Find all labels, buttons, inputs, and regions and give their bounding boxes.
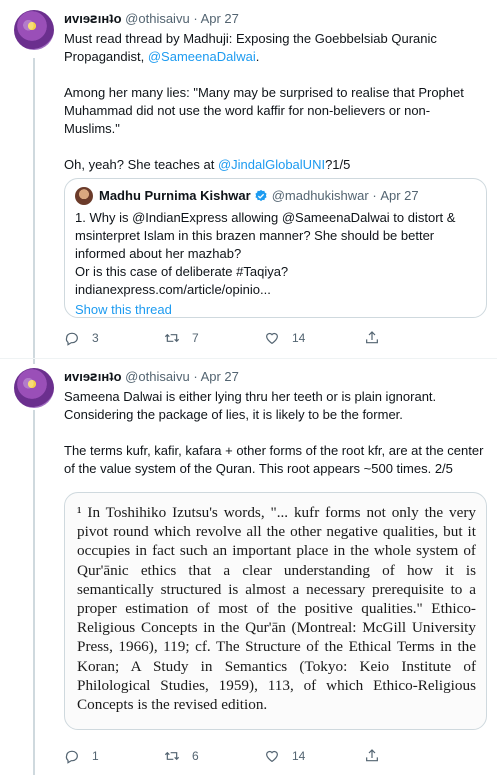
handle[interactable]: @othisaivu [125,369,190,384]
share-icon [366,749,378,762]
tweet-actions: 1 6 14 [64,748,464,764]
quote-handle: @madhukishwar [271,188,369,203]
retweet-count: 7 [192,331,199,345]
handle[interactable]: @othisaivu [125,11,190,26]
quote-timestamp: Apr 27 [380,188,419,203]
reply-count: 1 [92,749,99,763]
quote-text: 1. Why is @IndianExpress allowing @Samee… [75,210,456,297]
reply-count: 3 [92,331,99,345]
tweet-header: ᴎvıɘꙅıʜʇo @othisaivu · Apr 27 [64,11,239,26]
quote-header: Madhu Purnima Kishwar @madhukishwar · Ap… [75,187,476,205]
scanned-text-image: ¹ In Toshihiko Izutsu's words, "... kufr… [77,504,476,714]
like-icon [266,750,278,763]
like-icon [266,332,278,345]
tweet-2[interactable]: ᴎvıɘꙅıʜʇo @othisaivu · Apr 27 Sameena Da… [0,360,497,775]
verified-icon [255,189,267,202]
tweet-text: Sameena Dalwai is either lying thru her … [64,389,484,476]
like-count: 14 [292,749,306,763]
show-thread-link[interactable]: Show this thread [75,301,476,319]
tweet-image[interactable]: ¹ In Toshihiko Izutsu's words, "... kufr… [64,492,487,730]
quote-display-name: Madhu Purnima Kishwar [99,188,251,203]
retweet-icon [164,751,180,761]
tweet-divider [0,358,497,359]
retweet-icon [164,333,180,343]
quote-avatar [75,187,93,205]
avatar[interactable] [14,10,54,50]
mention-link[interactable]: @JindalGlobalUNI [218,157,325,172]
tweet-header: ᴎvıɘꙅıʜʇo @othisaivu · Apr 27 [64,369,239,384]
display-name[interactable]: ᴎvıɘꙅıʜʇo [64,11,122,26]
tweet-actions: 3 7 14 [64,330,464,346]
timestamp[interactable]: Apr 27 [201,11,239,26]
like-button[interactable]: 14 [264,330,364,346]
display-name[interactable]: ᴎvıɘꙅıʜʇo [64,369,122,384]
reply-button[interactable]: 3 [64,330,164,346]
reply-button[interactable]: 1 [64,748,164,764]
timestamp[interactable]: Apr 27 [201,369,239,384]
avatar[interactable] [14,368,54,408]
share-button[interactable] [364,330,464,346]
tweet-text: Must read thread by Madhuji: Exposing th… [64,31,464,172]
retweet-count: 6 [192,749,199,763]
retweet-button[interactable]: 6 [164,748,264,764]
reply-icon [65,332,78,346]
mention-link[interactable]: @SameenaDalwai [148,49,256,64]
share-icon [366,331,378,344]
quoted-tweet[interactable]: Madhu Purnima Kishwar @madhukishwar · Ap… [64,178,487,318]
tweet-1[interactable]: ᴎvıɘꙅıʜʇo @othisaivu · Apr 27 Must read … [0,0,497,360]
retweet-button[interactable]: 7 [164,330,264,346]
reply-icon [65,750,78,764]
share-button[interactable] [364,748,464,764]
like-count: 14 [292,331,306,345]
like-button[interactable]: 14 [264,748,364,764]
